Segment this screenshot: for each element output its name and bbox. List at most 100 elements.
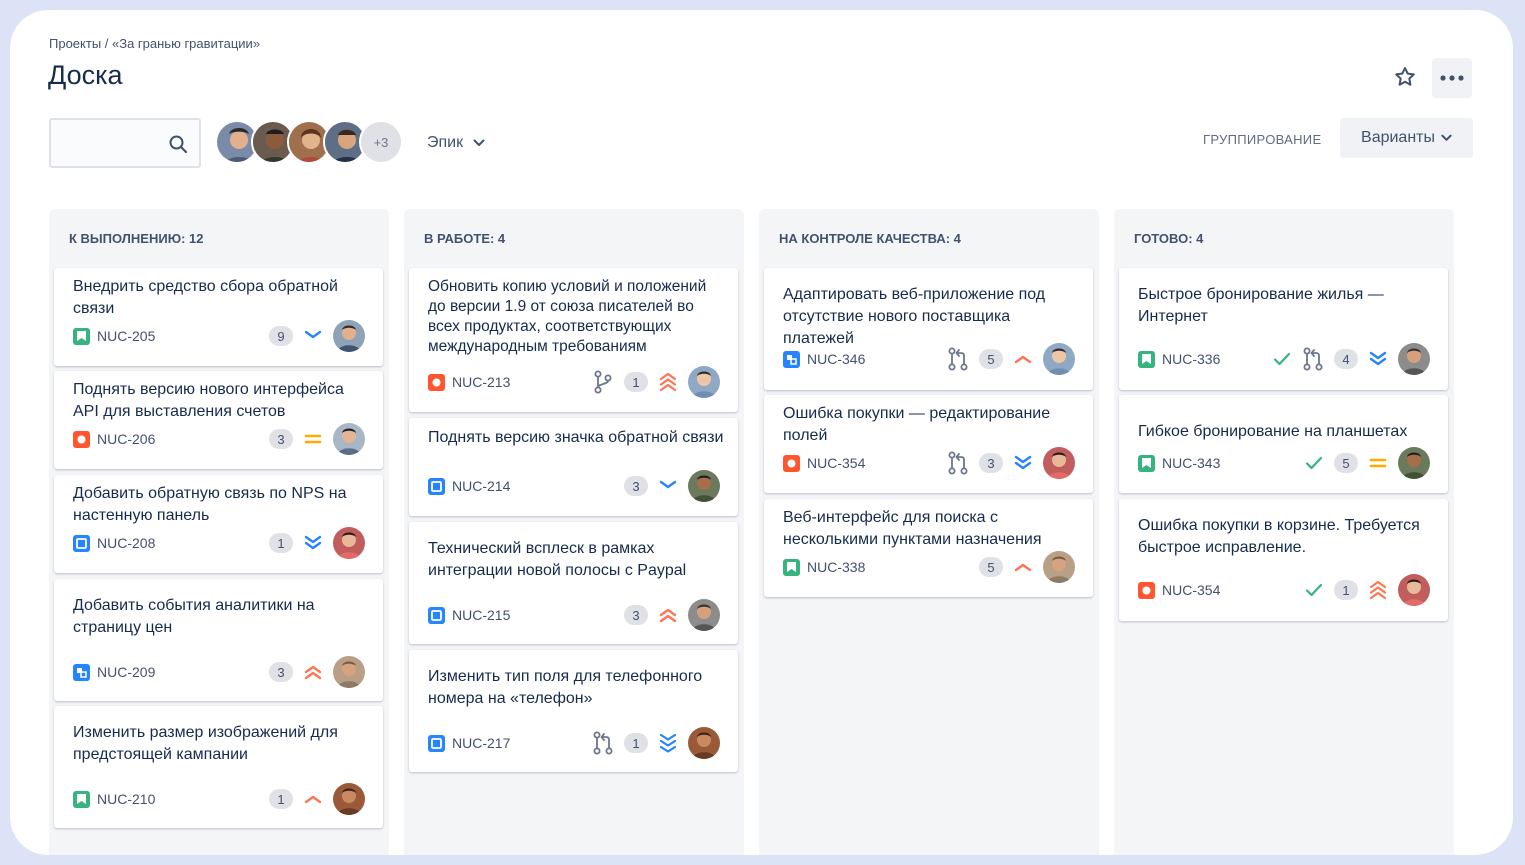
check-icon (1272, 349, 1292, 369)
assignee-avatar[interactable] (1043, 447, 1075, 479)
priority-low-icon (303, 326, 323, 346)
issue-card[interactable]: Быстрое бронирование жилья — Интернет NU… (1119, 268, 1448, 390)
issue-summary: Обновить копию условий и положений до ве… (428, 278, 707, 355)
card-footer: NUC-209 3 (73, 656, 365, 688)
issue-card[interactable]: Поднять версию нового интерфейса API для… (54, 371, 383, 469)
card-meta: 5 (947, 343, 1075, 375)
assignee-avatar[interactable] (333, 423, 365, 455)
issue-summary: Адаптировать веб-приложение под отсутств… (783, 286, 1046, 347)
task-type-icon (73, 534, 90, 552)
issue-card[interactable]: Технический всплеск в рамках интеграции … (409, 522, 738, 644)
issue-summary: Поднять версию нового интерфейса API для… (73, 381, 344, 420)
issue-key[interactable]: NUC-354 (1162, 582, 1220, 598)
assignee-avatar[interactable] (1398, 343, 1430, 375)
card-meta: 1 (1304, 574, 1430, 606)
assignee-avatar[interactable] (688, 727, 720, 759)
branch-icon (592, 370, 614, 394)
star-button[interactable] (1390, 62, 1420, 92)
assignee-avatar[interactable] (688, 470, 720, 502)
issue-key[interactable]: NUC-206 (97, 431, 155, 447)
page-title: Доска (48, 60, 123, 90)
app-window: Проекты / «За гранью гравитации» Доска +… (10, 10, 1513, 855)
issue-key[interactable]: NUC-346 (807, 351, 865, 367)
story-points-badge: 3 (269, 662, 293, 682)
board-column: ГОТОВО: 4 Быстрое бронирование жилья — И… (1114, 209, 1454, 855)
search-input[interactable] (59, 132, 159, 154)
more-avatars-button[interactable]: +3 (359, 120, 403, 164)
issue-card[interactable]: Внедрить средство сбора обратной связи N… (54, 268, 383, 366)
card-footer: NUC-208 1 (73, 527, 365, 559)
assignee-avatar[interactable] (1398, 447, 1430, 479)
assignee-avatar[interactable] (688, 599, 720, 631)
check-icon (1304, 580, 1324, 600)
issue-card[interactable]: Поднять версию значка обратной связи NUC… (409, 418, 738, 516)
task-type-icon (428, 734, 445, 752)
issue-key[interactable]: NUC-205 (97, 328, 155, 344)
story-points-badge: 1 (269, 789, 293, 809)
issue-key[interactable]: NUC-213 (452, 374, 510, 390)
issue-key[interactable]: NUC-338 (807, 559, 865, 575)
card-meta: 1 (592, 727, 720, 759)
issue-summary: Ошибка покупки — редактирование полей (783, 405, 1051, 444)
assignee-avatar[interactable] (1043, 551, 1075, 583)
assignee-avatar[interactable] (333, 527, 365, 559)
issue-card[interactable]: Изменить размер изображений для предстоя… (54, 706, 383, 828)
issue-card[interactable]: Веб-интерфейс для поиска с несколькими п… (764, 499, 1093, 597)
breadcrumb[interactable]: Проекты / «За гранью гравитации» (49, 36, 260, 51)
subtask-type-icon (73, 663, 90, 681)
card-footer: NUC-343 5 (1138, 447, 1430, 479)
issue-key[interactable]: NUC-208 (97, 535, 155, 551)
issue-key[interactable]: NUC-214 (452, 478, 510, 494)
issue-card[interactable]: Добавить обратную связь по NPS на настен… (54, 475, 383, 573)
more-actions-button[interactable] (1432, 58, 1472, 98)
issue-card[interactable]: Изменить тип поля для телефонного номера… (409, 650, 738, 772)
issue-card[interactable]: Ошибка покупки в корзине. Требуется быст… (1119, 499, 1448, 621)
priority-lowest-icon (1013, 453, 1033, 473)
issue-key[interactable]: NUC-210 (97, 791, 155, 807)
assignee-avatar[interactable] (688, 366, 720, 398)
assignee-avatar[interactable] (333, 783, 365, 815)
issue-key[interactable]: NUC-217 (452, 735, 510, 751)
story-points-badge: 5 (1334, 453, 1358, 473)
star-icon (1395, 67, 1415, 86)
chevron-down-icon (473, 139, 485, 146)
story-points-badge: 1 (624, 372, 648, 392)
search-icon[interactable] (168, 134, 188, 154)
issue-card[interactable]: Адаптировать веб-приложение под отсутств… (764, 268, 1093, 390)
column-title: В РАБОТЕ: 4 (424, 231, 506, 246)
issue-key[interactable]: NUC-343 (1162, 455, 1220, 471)
epic-filter[interactable]: Эпик (427, 134, 485, 152)
column-title: К ВЫПОЛНЕНИЮ: 12 (69, 231, 204, 246)
card-footer: NUC-214 3 (428, 470, 720, 502)
more-icon (1440, 75, 1464, 81)
card-footer: NUC-206 3 (73, 423, 365, 455)
assignee-avatar[interactable] (1398, 574, 1430, 606)
issue-card[interactable]: Ошибка покупки — редактирование полей NU… (764, 395, 1093, 493)
variants-dropdown[interactable]: Варианты (1340, 118, 1473, 158)
issue-key[interactable]: NUC-336 (1162, 351, 1220, 367)
issue-key[interactable]: NUC-209 (97, 664, 155, 680)
priority-high-icon (1013, 557, 1033, 577)
pull-request-icon (947, 451, 969, 475)
issue-summary: Поднять версию значка обратной связи (428, 429, 724, 446)
assignee-avatar[interactable] (1043, 343, 1075, 375)
assignee-avatar[interactable] (333, 320, 365, 352)
priority-high-icon (303, 789, 323, 809)
card-meta: 4 (1272, 343, 1430, 375)
issue-key[interactable]: NUC-354 (807, 455, 865, 471)
card-meta: 3 (624, 470, 720, 502)
issue-key[interactable]: NUC-215 (452, 607, 510, 623)
assignee-avatar[interactable] (333, 656, 365, 688)
search-field[interactable] (49, 118, 201, 168)
issue-card[interactable]: Гибкое бронирование на планшетах NUC-343… (1119, 395, 1448, 493)
chevron-down-icon (1441, 134, 1452, 141)
card-meta: 1 (592, 366, 720, 398)
card-meta: 3 (947, 447, 1075, 479)
issue-card[interactable]: Обновить копию условий и положений до ве… (409, 268, 738, 412)
story-points-badge: 3 (624, 476, 648, 496)
card-meta: 3 (269, 423, 365, 455)
story-points-badge: 9 (269, 326, 293, 346)
issue-card[interactable]: Добавить события аналитики на страницу ц… (54, 579, 383, 701)
pull-request-icon (592, 731, 614, 755)
issue-summary: Изменить размер изображений для предстоя… (73, 724, 338, 763)
